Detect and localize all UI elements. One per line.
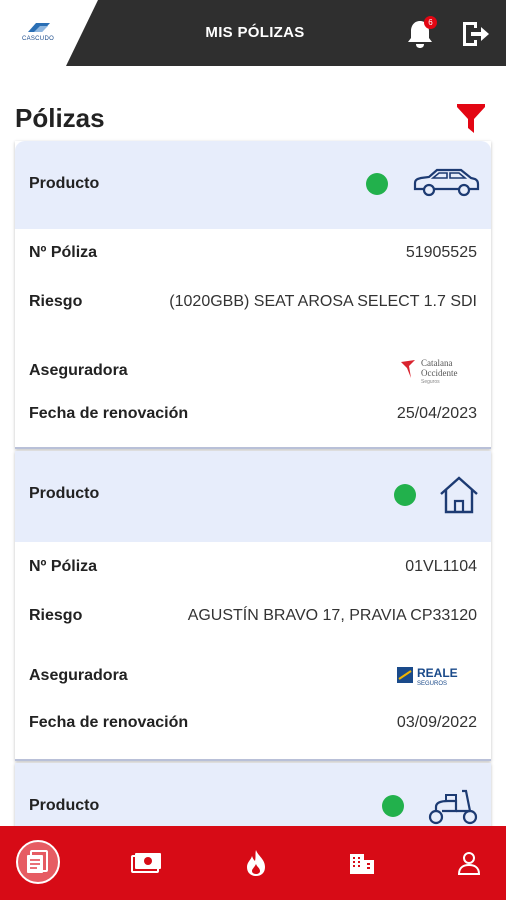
header-title: MIS PÓLIZAS (205, 24, 305, 41)
svg-text:Occidente: Occidente (421, 368, 457, 378)
payments-icon (131, 853, 161, 873)
notification-badge: 6 (424, 16, 437, 29)
risk-label: Riesgo (29, 607, 83, 624)
renewal-row: Fecha de renovación 03/09/2022 (15, 710, 491, 755)
risk-value: AGUSTÍN BRAVO 17, PRAVIA CP33120 (187, 607, 477, 624)
policy-card[interactable]: Producto Nº Póliza 01VL1104 Riesgo AGUST… (15, 451, 491, 761)
cascudo-logo: CASCUDO (14, 20, 62, 46)
policy-number-value: 01VL1104 (405, 558, 477, 575)
profile-icon (457, 852, 481, 875)
filter-icon[interactable] (455, 101, 487, 135)
bottom-navigation (0, 826, 506, 900)
scooter-icon (426, 785, 480, 832)
app-header: CASCUDO MIS PÓLIZAS 6 (0, 0, 506, 66)
buildings-icon (350, 854, 374, 874)
risk-value: (1020GBB) SEAT AROSA SELECT 1.7 SDI (169, 293, 477, 310)
risk-row: Riesgo (1020GBB) SEAT AROSA SELECT 1.7 S… (15, 287, 491, 337)
renewal-value: 03/09/2022 (396, 714, 477, 731)
status-dot (382, 795, 404, 817)
status-dot (394, 484, 416, 506)
policies-icon (27, 850, 48, 873)
svg-text:REALE: REALE (417, 666, 458, 680)
risk-row: Riesgo AGUSTÍN BRAVO 17, PRAVIA CP33120 (15, 592, 491, 642)
insurer-row: Aseguradora REALE SEGUROS (15, 642, 491, 710)
policy-number-label: Nº Póliza (29, 244, 98, 261)
insurer-label: Aseguradora (29, 667, 128, 684)
risk-label: Riesgo (29, 293, 83, 310)
product-label: Producto (29, 485, 100, 502)
product-row: Producto (15, 141, 491, 229)
catalana-occidente-logo: Catalana Occidente Seguros (399, 354, 473, 388)
renewal-label: Fecha de renovación (29, 405, 189, 422)
nav-buildings[interactable] (332, 826, 392, 900)
product-row: Producto (15, 451, 491, 542)
house-icon (438, 474, 480, 521)
car-icon (411, 165, 481, 206)
insurer-row: Aseguradora Catalana Occidente Seguros (15, 337, 491, 405)
nav-policies[interactable] (0, 826, 60, 900)
svg-text:Seguros: Seguros (421, 379, 440, 385)
page-title: Pólizas (15, 103, 105, 133)
reale-seguros-logo: REALE SEGUROS (397, 664, 471, 688)
logo-text: CASCUDO (21, 36, 55, 42)
renewal-label: Fecha de renovación (29, 714, 189, 731)
nav-profile[interactable] (438, 826, 498, 900)
policy-number-row: Nº Póliza 01VL1104 (15, 542, 491, 592)
policy-number-label: Nº Póliza (29, 558, 98, 575)
svg-text:SEGUROS: SEGUROS (417, 681, 447, 687)
claims-flame-icon (247, 850, 265, 876)
svg-text:Catalana: Catalana (421, 358, 452, 368)
product-label: Producto (29, 797, 100, 814)
nav-payments[interactable] (116, 826, 176, 900)
logout-icon[interactable] (458, 17, 492, 51)
renewal-row: Fecha de renovación 25/04/2023 (15, 405, 491, 445)
policy-number-value: 51905525 (405, 244, 477, 261)
nav-claims[interactable] (226, 826, 286, 900)
insurer-label: Aseguradora (29, 362, 128, 379)
status-dot (366, 173, 388, 195)
policy-card[interactable]: Producto Nº Póliza 51905525 Riesgo (1020… (15, 141, 491, 449)
product-label: Producto (29, 175, 100, 192)
renewal-value: 25/04/2023 (396, 405, 477, 422)
policy-number-row: Nº Póliza 51905525 (15, 229, 491, 287)
